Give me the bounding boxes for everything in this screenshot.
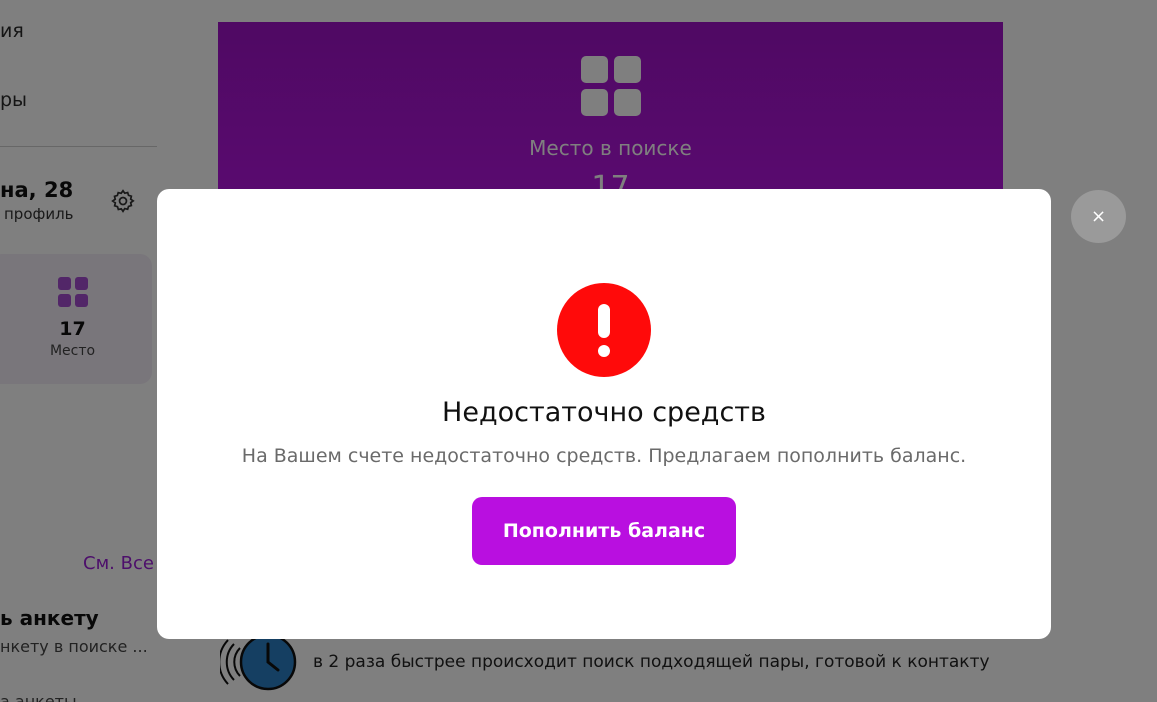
insufficient-funds-dialog: Недостаточно средств На Вашем счете недо…: [157, 189, 1051, 639]
top-up-balance-button[interactable]: Пополнить баланс: [472, 497, 736, 565]
close-icon[interactable]: ×: [1071, 190, 1126, 243]
dialog-title: Недостаточно средств: [442, 397, 766, 428]
dialog-message: На Вашем счете недостаточно средств. Пре…: [241, 445, 967, 467]
exclamation-icon: [557, 283, 651, 377]
